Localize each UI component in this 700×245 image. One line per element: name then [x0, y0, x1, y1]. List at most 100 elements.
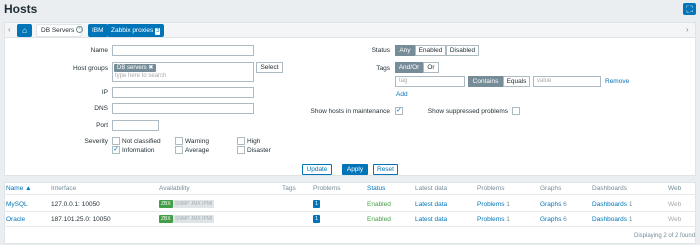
tag-equals-toggle[interactable]: Equals — [503, 76, 530, 87]
ip-label: IP — [101, 89, 108, 96]
chevron-left-icon[interactable]: ‹ — [8, 25, 11, 34]
problems-link-label: Problems — [477, 201, 505, 208]
column-header-web: Web — [668, 185, 682, 192]
graphs-count: 6 — [563, 216, 567, 223]
severity-average-label: Average — [185, 147, 210, 154]
severity-average-checkbox[interactable] — [175, 146, 183, 154]
show-maintenance-label: Show hosts in maintenance — [310, 108, 391, 115]
severity-high-label: High — [247, 138, 261, 145]
dashboards-count: 1 — [628, 201, 633, 208]
name-input[interactable] — [112, 45, 254, 56]
severity-information-label: Information — [122, 147, 155, 154]
status-enabled-toggle[interactable]: Enabled — [415, 45, 446, 56]
apply-button[interactable]: Apply — [342, 164, 368, 175]
close-icon[interactable]: ✖ — [148, 65, 153, 71]
tag-name-input[interactable]: tag — [395, 76, 465, 87]
tags-or-toggle[interactable]: Or — [423, 62, 439, 73]
tag-value-input[interactable]: value — [533, 76, 601, 87]
home-icon[interactable]: ⌂ — [17, 24, 32, 37]
status-link[interactable]: Enabled — [367, 201, 391, 208]
status-link[interactable]: Enabled — [367, 216, 391, 223]
web-link: Web — [668, 201, 682, 208]
chevron-right-icon[interactable]: › — [686, 25, 689, 34]
column-header-dashboards: Dashboards — [592, 185, 628, 192]
problems-count: 1 — [506, 216, 510, 223]
problems-link[interactable]: Problems 1 — [477, 201, 510, 208]
severity-warning-checkbox[interactable] — [175, 137, 183, 145]
graphs-link[interactable]: Graphs 6 — [540, 216, 567, 223]
table-footer-count: Displaying 2 of 2 found — [634, 233, 696, 239]
host-group-chip: DB servers ✖ — [114, 64, 157, 72]
column-header-latest-data: Latest data — [415, 185, 448, 192]
port-label: Port — [96, 122, 108, 129]
dashboards-link[interactable]: Dashboards 1 — [592, 216, 633, 223]
web-link: Web — [668, 216, 682, 223]
graphs-link-label: Graphs — [540, 201, 562, 208]
tab-zabbix-proxies[interactable]: Zabbix proxies 3 — [107, 24, 165, 37]
name-label: Name — [90, 47, 108, 54]
problems-badge[interactable]: 1 — [313, 200, 320, 208]
dashboards-link-label: Dashboards — [592, 216, 628, 223]
tab-label: Zabbix proxies — [111, 27, 154, 34]
problems-link-label: Problems — [477, 216, 505, 223]
severity-label: Severity — [84, 138, 108, 145]
dns-label: DNS — [94, 105, 108, 112]
reset-button[interactable]: Reset — [373, 164, 398, 175]
row-divider — [4, 226, 696, 227]
column-header-name[interactable]: Name ▲ — [6, 185, 32, 192]
tag-contains-toggle[interactable]: Contains — [468, 76, 503, 87]
chip-label: DB servers — [117, 65, 147, 71]
show-suppressed-label: Show suppressed problems — [427, 108, 508, 115]
severity-not-classified-checkbox[interactable] — [112, 137, 120, 145]
tab-ibm[interactable]: IBM — [88, 24, 108, 37]
update-button[interactable]: Update — [302, 164, 332, 175]
column-header-availability: Availability — [159, 185, 190, 192]
show-suppressed-checkbox[interactable] — [512, 107, 520, 115]
severity-disaster-label: Disaster — [247, 147, 271, 154]
select-button[interactable]: Select — [256, 62, 283, 73]
port-input[interactable] — [112, 120, 159, 131]
status-disabled-toggle[interactable]: Disabled — [446, 45, 479, 56]
column-header-problems: Problems — [313, 185, 341, 192]
problems-count: 1 — [506, 201, 510, 208]
tag-add-link[interactable]: Add — [396, 91, 408, 98]
close-icon[interactable]: × — [76, 26, 83, 33]
other-availability-badges: SNMP JMX IPMI — [173, 215, 215, 223]
severity-warning-label: Warning — [185, 138, 209, 145]
column-header-tags: Tags — [282, 185, 296, 192]
tab-db-servers[interactable]: DB Servers — [36, 24, 82, 37]
host-name-link[interactable]: MySQL — [6, 201, 28, 208]
host-groups-label: Host groups — [72, 65, 108, 72]
column-header-status[interactable]: Status — [367, 185, 385, 192]
problems-badge[interactable]: 1 — [313, 215, 320, 223]
other-availability-badges: SNMP JMX IPMI — [173, 200, 215, 208]
host-interface: 187.101.25.0: 10050 — [51, 216, 111, 223]
host-name-link[interactable]: Oracle — [6, 216, 25, 223]
severity-disaster-checkbox[interactable] — [237, 146, 245, 154]
zbx-availability-badge: ZBX — [159, 215, 173, 223]
graphs-link[interactable]: Graphs 6 — [540, 201, 567, 208]
graphs-link-label: Graphs — [540, 216, 562, 223]
severity-information-checkbox[interactable]: ✓ — [112, 146, 120, 154]
tag-remove-link[interactable]: Remove — [605, 78, 629, 85]
latest-data-link[interactable]: Latest data — [415, 216, 447, 223]
row-divider — [4, 211, 696, 212]
host-groups-placeholder: type here to search — [115, 73, 167, 79]
dns-input[interactable] — [112, 103, 254, 114]
tags-and-or-toggle[interactable]: And/Or — [395, 62, 423, 73]
tab-count-badge: 3 — [155, 28, 161, 35]
page-title: Hosts — [4, 2, 38, 16]
status-any-toggle[interactable]: Any — [395, 45, 415, 56]
dashboards-link[interactable]: Dashboards 1 — [592, 201, 633, 208]
ip-input[interactable] — [112, 87, 254, 98]
problems-link[interactable]: Problems 1 — [477, 216, 510, 223]
severity-high-checkbox[interactable] — [237, 137, 245, 145]
column-header-problems-link: Problems — [477, 185, 505, 192]
header-divider — [4, 194, 696, 195]
dashboards-link-label: Dashboards — [592, 201, 628, 208]
fullscreen-icon[interactable]: ⛶ — [683, 3, 696, 15]
show-maintenance-checkbox[interactable]: ✓ — [395, 107, 403, 115]
latest-data-link[interactable]: Latest data — [415, 201, 447, 208]
host-interface: 127.0.0.1: 10050 — [51, 201, 100, 208]
graphs-count: 6 — [563, 201, 567, 208]
